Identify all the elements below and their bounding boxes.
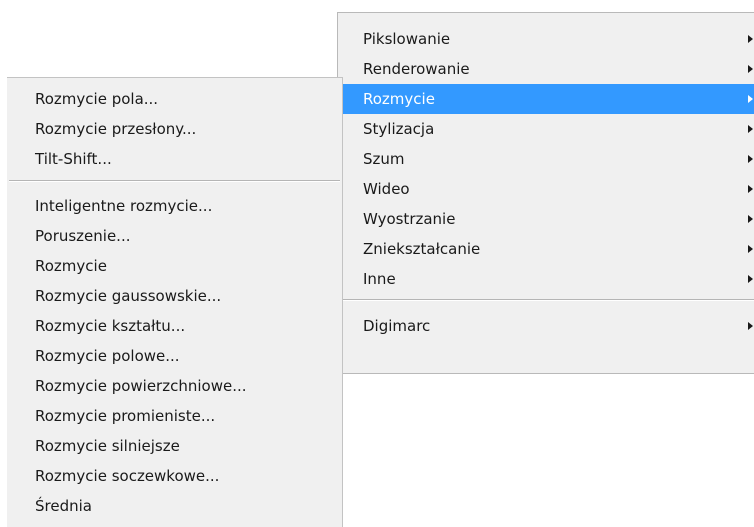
submenu-item-rozmycie-powierzchniowe[interactable]: Rozmycie powierzchniowe... xyxy=(7,371,342,401)
submenu-arrow-icon xyxy=(748,275,753,283)
submenu-item-label: Rozmycie polowe... xyxy=(35,347,180,365)
submenu-item-srednia[interactable]: Średnia xyxy=(7,491,342,521)
menu-item-wideo[interactable]: Wideo xyxy=(338,174,754,204)
menu-item-label: Stylizacja xyxy=(363,120,435,138)
submenu-arrow-icon xyxy=(748,95,753,103)
menu-item-stylizacja[interactable]: Stylizacja xyxy=(338,114,754,144)
menu-item-digimarc[interactable]: Digimarc xyxy=(338,311,754,341)
submenu-item-rozmycie-przeslony[interactable]: Rozmycie przesłony... xyxy=(7,114,342,144)
submenu-item-label: Inteligentne rozmycie... xyxy=(35,197,213,215)
submenu-item-rozmycie-soczewkowe[interactable]: Rozmycie soczewkowe... xyxy=(7,461,342,491)
submenu-item-rozmycie-silniejsze[interactable]: Rozmycie silniejsze xyxy=(7,431,342,461)
submenu-arrow-icon xyxy=(748,35,753,43)
submenu-item-label: Rozmycie soczewkowe... xyxy=(35,467,220,485)
submenu-item-label: Rozmycie pola... xyxy=(35,90,159,108)
submenu-item-rozmycie-pola[interactable]: Rozmycie pola... xyxy=(7,84,342,114)
submenu-item-label: Rozmycie silniejsze xyxy=(35,437,180,455)
submenu-arrow-icon xyxy=(748,185,753,193)
submenu-item-label: Rozmycie promieniste... xyxy=(35,407,216,425)
submenu-item-rozmycie-promieniste[interactable]: Rozmycie promieniste... xyxy=(7,401,342,431)
submenu-item-label: Tilt-Shift... xyxy=(35,150,112,168)
filter-menu: Pikslowanie Renderowanie Rozmycie Styliz… xyxy=(337,12,754,374)
submenu-arrow-icon xyxy=(748,125,753,133)
menu-item-label: Zniekształcanie xyxy=(363,240,481,258)
menu-item-label: Wideo xyxy=(363,180,410,198)
menu-item-pikslowanie[interactable]: Pikslowanie xyxy=(338,24,754,54)
menu-item-label: Inne xyxy=(363,270,396,288)
menu-item-wyostrzanie[interactable]: Wyostrzanie xyxy=(338,204,754,234)
submenu-arrow-icon xyxy=(748,65,753,73)
submenu-item-label: Rozmycie xyxy=(35,257,107,275)
blur-submenu: Rozmycie pola... Rozmycie przesłony... T… xyxy=(7,77,343,527)
submenu-arrow-icon xyxy=(748,245,753,253)
submenu-item-poruszenie[interactable]: Poruszenie... xyxy=(7,221,342,251)
menu-item-rozmycie[interactable]: Rozmycie xyxy=(338,84,754,114)
submenu-item-label: Rozmycie powierzchniowe... xyxy=(35,377,247,395)
submenu-item-label: Poruszenie... xyxy=(35,227,131,245)
menu-item-label: Digimarc xyxy=(363,317,431,335)
submenu-arrow-icon xyxy=(748,155,753,163)
submenu-item-inteligentne-rozmycie[interactable]: Inteligentne rozmycie... xyxy=(7,191,342,221)
submenu-item-label: Rozmycie przesłony... xyxy=(35,120,197,138)
submenu-item-label: Rozmycie gaussowskie... xyxy=(35,287,222,305)
menu-item-label: Rozmycie xyxy=(363,90,435,108)
menu-item-label: Renderowanie xyxy=(363,60,470,78)
submenu-arrow-icon xyxy=(748,322,753,330)
submenu-item-rozmycie[interactable]: Rozmycie xyxy=(7,251,342,281)
submenu-item-rozmycie-polowe[interactable]: Rozmycie polowe... xyxy=(7,341,342,371)
submenu-item-rozmycie-gaussowskie[interactable]: Rozmycie gaussowskie... xyxy=(7,281,342,311)
submenu-separator xyxy=(9,180,340,182)
submenu-item-label: Rozmycie kształtu... xyxy=(35,317,186,335)
menu-item-znieksztalcanie[interactable]: Zniekształcanie xyxy=(338,234,754,264)
submenu-item-tilt-shift[interactable]: Tilt-Shift... xyxy=(7,144,342,174)
menu-item-label: Szum xyxy=(363,150,405,168)
menu-item-label: Pikslowanie xyxy=(363,30,451,48)
menu-separator xyxy=(340,299,754,301)
menu-item-renderowanie[interactable]: Renderowanie xyxy=(338,54,754,84)
submenu-item-rozmycie-ksztaltu[interactable]: Rozmycie kształtu... xyxy=(7,311,342,341)
submenu-arrow-icon xyxy=(748,215,753,223)
submenu-item-label: Średnia xyxy=(35,497,92,515)
menu-item-szum[interactable]: Szum xyxy=(338,144,754,174)
menu-item-label: Wyostrzanie xyxy=(363,210,456,228)
menu-item-inne[interactable]: Inne xyxy=(338,264,754,294)
